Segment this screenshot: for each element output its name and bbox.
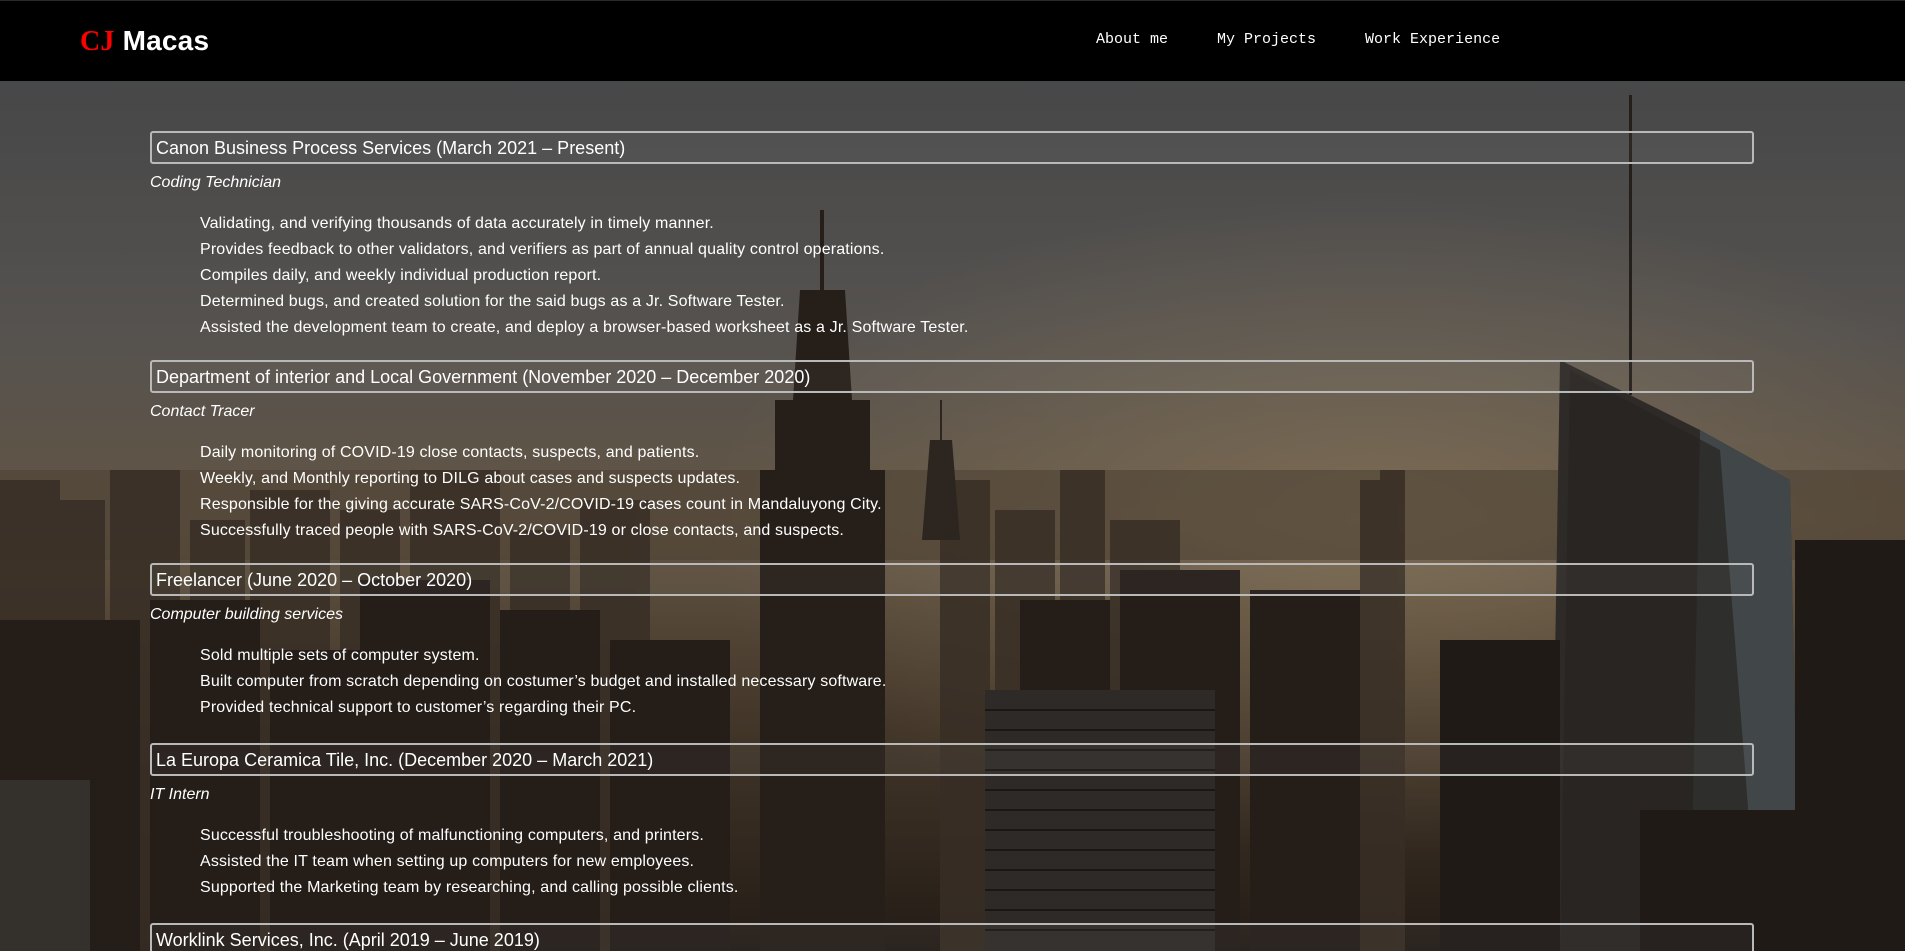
job-role: Coding Technician [150,174,282,191]
job-duty: Responsible for the giving accurate SARS… [200,496,882,513]
job-duty: Validating, and verifying thousands of d… [200,215,714,232]
job-duty: Successfully traced people with SARS-CoV… [200,522,844,539]
job-role: Contact Tracer [150,403,255,420]
site-logo[interactable]: CJ Macas [80,25,209,58]
job-entry: Freelancer (June 2020 – October 2020) Co… [150,563,1754,721]
job-duties-list: Successful troubleshooting of malfunctio… [150,823,1754,901]
job-duties-list: Validating, and verifying thousands of d… [150,211,1754,341]
job-entry: Worklink Services, Inc. (April 2019 – Ju… [150,923,1754,951]
job-duty: Built computer from scratch depending on… [200,673,887,690]
job-duty: Daily monitoring of COVID-19 close conta… [200,444,700,461]
logo-initials: CJ [80,26,115,57]
work-experience-section: Canon Business Process Services (March 2… [150,131,1754,951]
job-duty: Compiles daily, and weekly individual pr… [200,267,602,284]
nav-links: About me My Projects Work Experience [1096,31,1500,48]
job-header[interactable]: Freelancer (June 2020 – October 2020) [150,563,1754,596]
job-entry: Canon Business Process Services (March 2… [150,131,1754,341]
job-duties-list: Sold multiple sets of computer system. B… [150,643,1754,721]
nav-link-about-me[interactable]: About me [1096,31,1168,48]
job-duty: Sold multiple sets of computer system. [200,647,480,664]
job-duty: Assisted the development team to create,… [200,319,969,336]
job-duty: Supported the Marketing team by research… [200,879,739,896]
job-entry: Department of interior and Local Governm… [150,360,1754,544]
job-duty: Provided technical support to customer’s… [200,699,637,716]
nav-link-work-experience[interactable]: Work Experience [1365,31,1500,48]
job-header[interactable]: Canon Business Process Services (March 2… [150,131,1754,164]
job-duty: Provides feedback to other validators, a… [200,241,885,258]
job-duty: Assisted the IT team when setting up com… [200,853,695,870]
job-header[interactable]: La Europa Ceramica Tile, Inc. (December … [150,743,1754,776]
job-header[interactable]: Worklink Services, Inc. (April 2019 – Ju… [150,923,1754,951]
job-duties-list: Daily monitoring of COVID-19 close conta… [150,440,1754,544]
job-role: IT Intern [150,786,210,803]
logo-name: Macas [122,25,210,56]
top-navbar: CJ Macas About me My Projects Work Exper… [0,0,1905,81]
job-duty: Weekly, and Monthly reporting to DILG ab… [200,470,741,487]
job-entry: La Europa Ceramica Tile, Inc. (December … [150,743,1754,901]
job-duty: Successful troubleshooting of malfunctio… [200,827,704,844]
job-header[interactable]: Department of interior and Local Governm… [150,360,1754,393]
job-duty: Determined bugs, and created solution fo… [200,293,785,310]
job-role: Computer building services [150,606,343,623]
nav-link-my-projects[interactable]: My Projects [1217,31,1316,48]
